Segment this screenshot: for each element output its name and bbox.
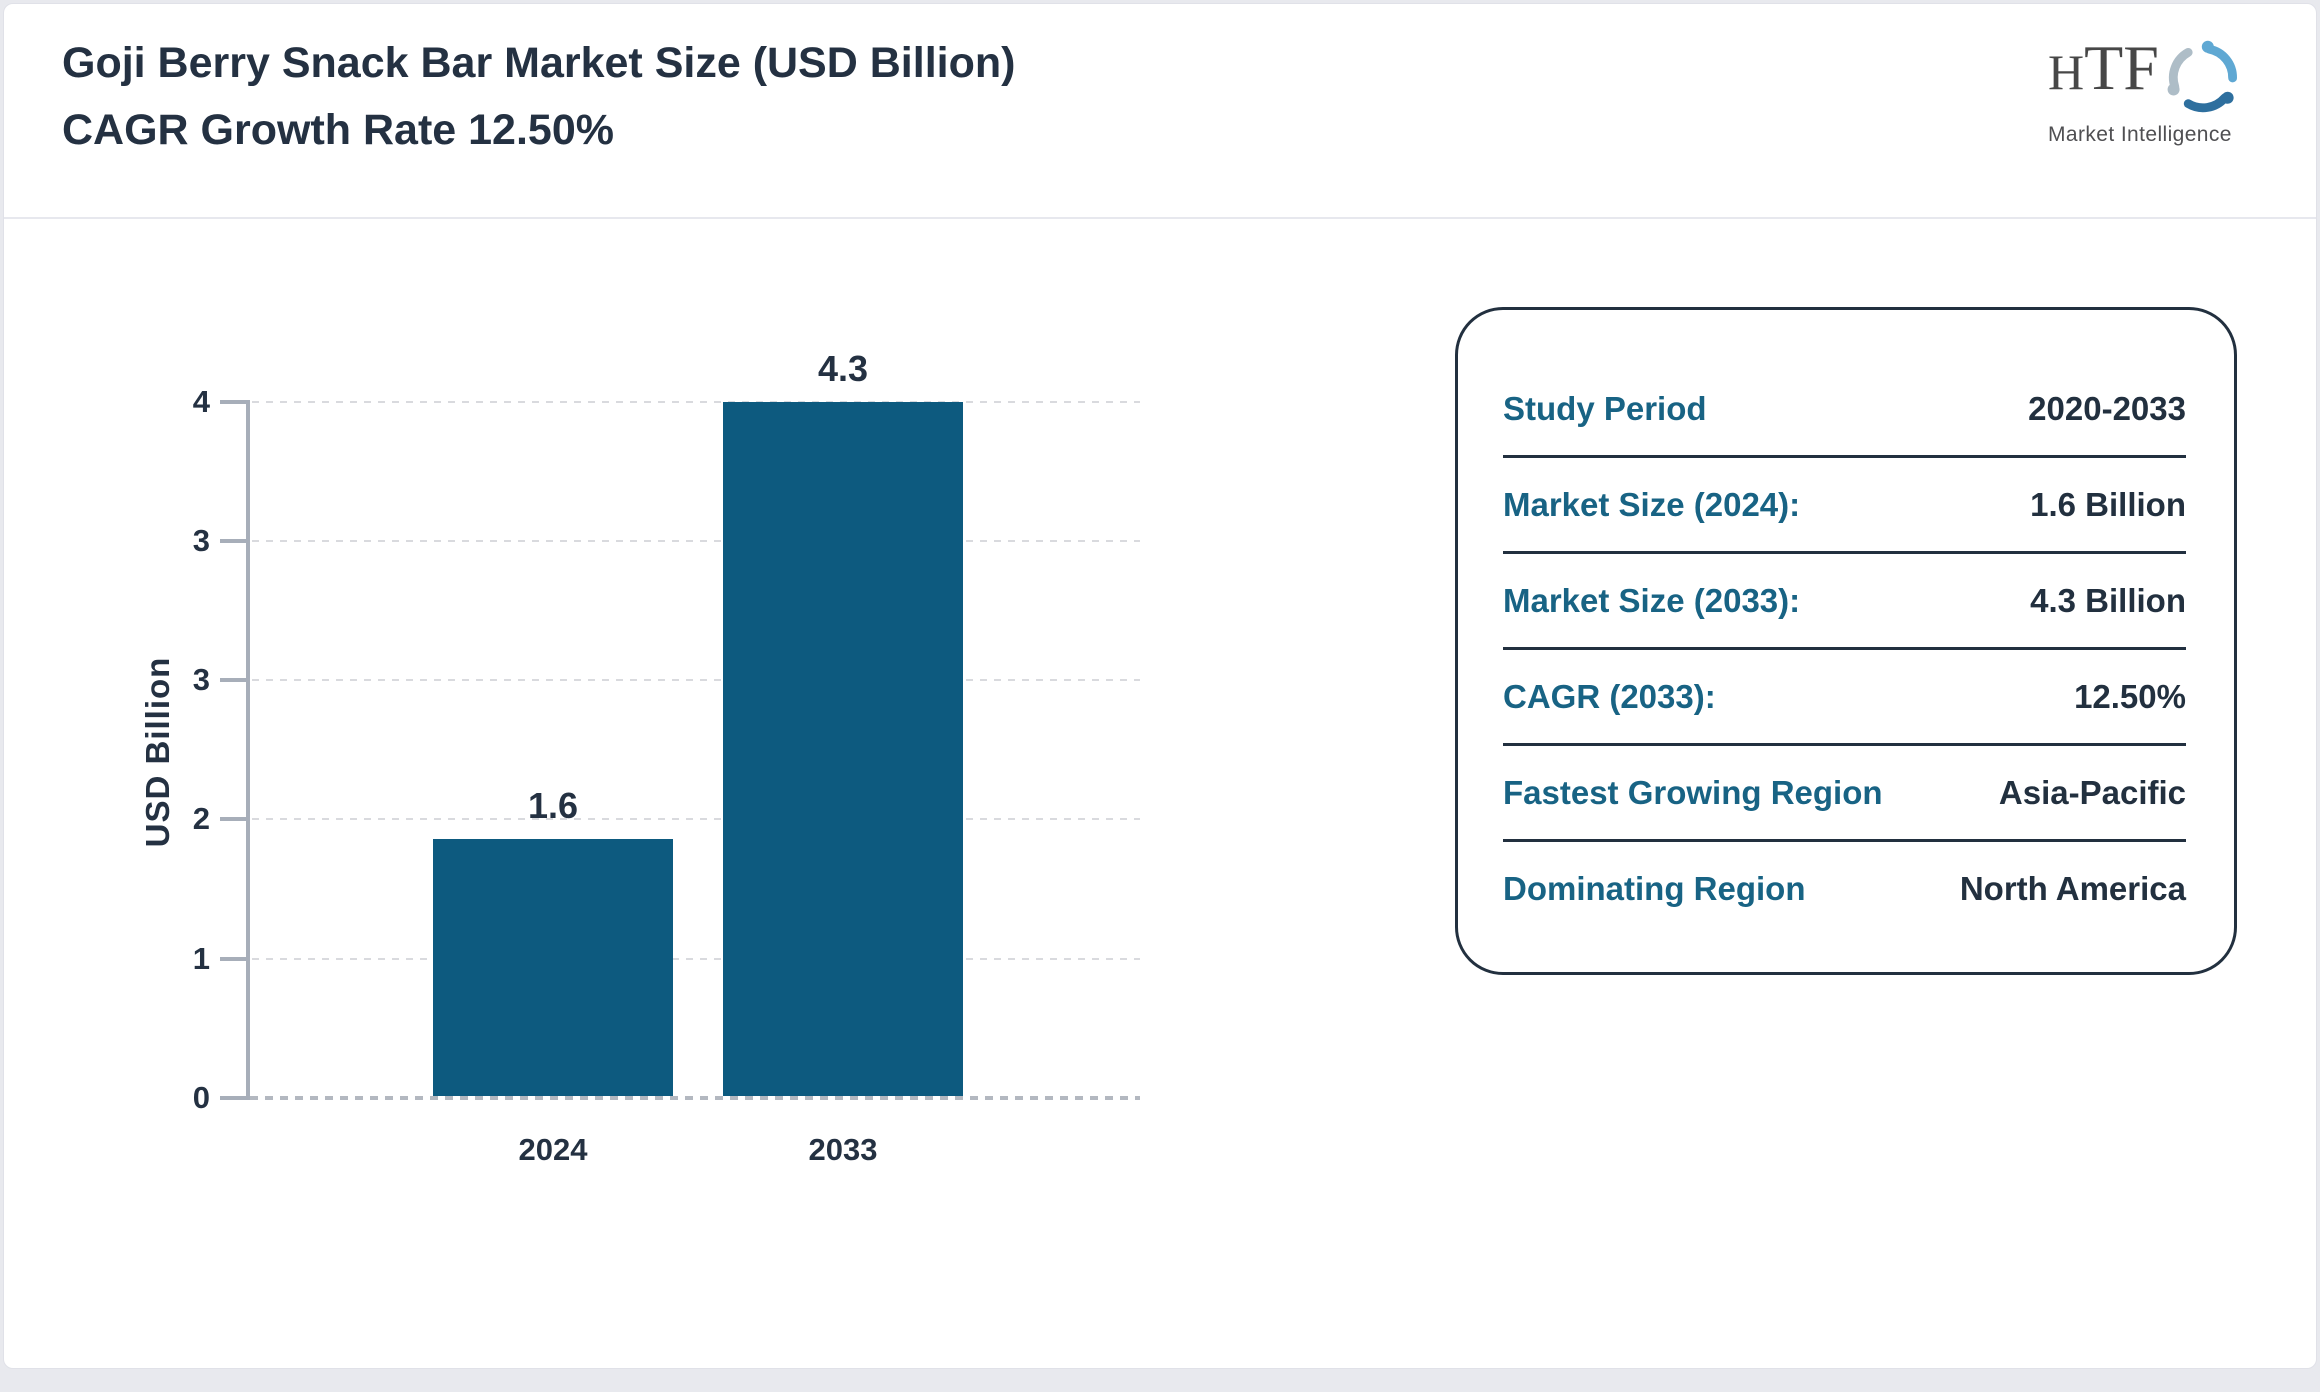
- y-tick-label: 3: [192, 662, 210, 697]
- page-title: Goji Berry Snack Bar Market Size (USD Bi…: [62, 30, 1015, 163]
- market-summary-panel: Study Period 2020-2033 Market Size (2024…: [1455, 307, 2237, 975]
- gridline: [252, 958, 1140, 960]
- title-line-1: Goji Berry Snack Bar Market Size (USD Bi…: [62, 39, 1016, 87]
- title-line-2: CAGR Growth Rate 12.50%: [62, 105, 614, 154]
- gridline: [252, 818, 1140, 820]
- row-label: Dominating Region: [1503, 869, 1806, 907]
- panel-row-dominating-region: Dominating Region North America: [1503, 842, 2186, 935]
- panel-row-fastest-growing-region: Fastest Growing Region Asia-Pacific: [1503, 746, 2186, 839]
- bar-2033: [723, 402, 963, 1098]
- x-tick-label-2024: 2024: [518, 1132, 588, 1167]
- htf-logo: HTF Market Intelligence: [2048, 36, 2258, 147]
- y-tick-label: 1: [192, 941, 210, 976]
- row-value: 12.50%: [2074, 677, 2186, 715]
- y-tick-mark: [220, 817, 248, 821]
- y-tick-mark: [220, 957, 248, 961]
- y-tick-label: 0: [192, 1080, 210, 1115]
- y-tick-mark: [220, 678, 248, 682]
- y-tick-mark: [220, 400, 248, 404]
- row-value: North America: [1959, 869, 2186, 907]
- gridline: [252, 401, 1140, 403]
- row-value: 1.6 Billion: [2030, 485, 2186, 523]
- y-tick-label: 4: [192, 384, 210, 419]
- three-figures-swirl-icon: [2161, 38, 2245, 123]
- report-page: Goji Berry Snack Bar Market Size (USD Bi…: [0, 0, 2320, 1392]
- row-value: 2020-2033: [2028, 389, 2186, 427]
- gridline: [252, 679, 1140, 681]
- y-tick-mark: [220, 1096, 248, 1100]
- y-tick-label: 3: [192, 523, 210, 558]
- y-tick-mark: [220, 539, 248, 543]
- panel-row-cagr: CAGR (2033): 12.50%: [1503, 650, 2186, 743]
- row-label: Study Period: [1503, 389, 1707, 427]
- logo-tagline: Market Intelligence: [2048, 123, 2232, 146]
- logo-wordmark: HTF: [2048, 32, 2159, 103]
- row-value: Asia-Pacific: [1998, 773, 2186, 811]
- bar-value-2033: 4.3: [817, 348, 869, 389]
- header-divider: [4, 217, 2316, 219]
- y-tick-label: 2: [192, 801, 210, 836]
- x-axis-baseline: [250, 1096, 1140, 1100]
- row-label: Market Size (2033):: [1503, 581, 1801, 619]
- panel-row-market-size-2024: Market Size (2024): 1.6 Billion: [1503, 458, 2186, 551]
- y-axis-line: [246, 400, 250, 1100]
- row-label: CAGR (2033):: [1503, 677, 1716, 715]
- panel-row-market-size-2033: Market Size (2033): 4.3 Billion: [1503, 554, 2186, 647]
- row-label: Fastest Growing Region: [1503, 773, 1883, 811]
- bar-2024: [433, 839, 673, 1098]
- row-value: 4.3 Billion: [2030, 581, 2186, 619]
- bar-value-2024: 1.6: [527, 785, 579, 827]
- gridline: [252, 540, 1140, 542]
- x-tick-label-2033: 2033: [808, 1132, 878, 1167]
- row-label: Market Size (2024):: [1503, 485, 1801, 523]
- logo-tf: TF: [2084, 32, 2159, 103]
- panel-row-study-period: Study Period 2020-2033: [1503, 362, 2186, 455]
